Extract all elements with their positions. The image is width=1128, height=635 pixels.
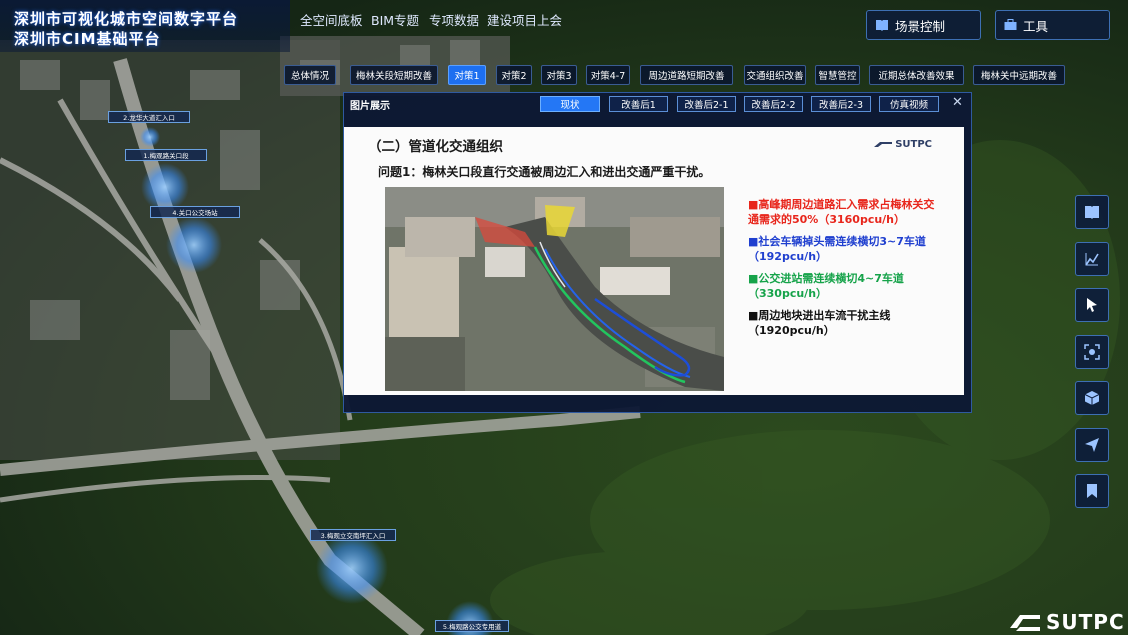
slide-bullet-list: ■高峰期周边道路汇入需求占梅林关交通需求的50%（3160pcu/h） ■社会车… <box>748 197 938 345</box>
slide-logo-text: SUTPC <box>895 139 932 150</box>
layers-icon <box>1085 206 1099 219</box>
brand-text: SUTPC <box>1046 610 1125 634</box>
view-improve-2-2-button[interactable]: 改善后2-2 <box>744 96 803 112</box>
tab-measure-4-7[interactable]: 对策4-7 <box>586 65 630 85</box>
map-label-meiguan-gate[interactable]: 1.梅观路关口段 <box>125 149 207 161</box>
tools-label: 工具 <box>1023 18 1049 34</box>
bullet-merge-demand: ■高峰期周边道路汇入需求占梅林关交通需求的50%（3160pcu/h） <box>748 198 935 226</box>
cube-icon <box>1084 391 1100 405</box>
tab-near-term-effect[interactable]: 近期总体改善效果 <box>869 65 964 85</box>
send-icon <box>1085 438 1099 452</box>
slide-heading: （二）管道化交通组织 <box>368 139 503 155</box>
nav-full-space[interactable]: 全空间底板 <box>300 10 363 29</box>
view-improve-2-1-button[interactable]: 改善后2-1 <box>677 96 736 112</box>
model-tool-button[interactable] <box>1075 381 1109 415</box>
platform-title-main: 深圳市可视化城市空间数字平台 <box>14 10 239 28</box>
map-label-nanping[interactable]: 3.梅观立交南坪汇入口 <box>310 529 396 541</box>
tab-measure-3[interactable]: 对策3 <box>541 65 577 85</box>
slide-logo: SUTPC <box>874 139 932 150</box>
view-improve-1-button[interactable]: 改善后1 <box>609 96 668 112</box>
dialog-title: 图片展示 <box>350 101 390 112</box>
tab-smart-control[interactable]: 智慧管控 <box>815 65 860 85</box>
sutpc-logo-icon <box>1010 615 1040 631</box>
view-current-button[interactable]: 现状 <box>540 96 600 112</box>
share-tool-button[interactable] <box>1075 428 1109 462</box>
platform-title-sub: 深圳市CIM基础平台 <box>14 30 161 48</box>
chart-tool-button[interactable] <box>1075 242 1109 276</box>
nav-bim[interactable]: BIM专题 <box>371 10 419 29</box>
tab-measure-2[interactable]: 对策2 <box>496 65 532 85</box>
select-tool-button[interactable] <box>1075 288 1109 322</box>
bookmark-icon <box>1087 484 1097 498</box>
brand-watermark: SUTPC <box>1010 610 1125 634</box>
tab-measure-1[interactable]: 对策1 <box>448 65 486 85</box>
tab-surrounding-roads[interactable]: 周边道路短期改善 <box>640 65 733 85</box>
tab-overview[interactable]: 总体情况 <box>284 65 336 85</box>
aerial-traffic-photo <box>385 187 724 391</box>
scene-control-button[interactable]: 场景控制 <box>866 10 981 40</box>
bullet-parcel-traffic: ■周边地块进出车流干扰主线（1920pcu/h） <box>748 309 891 337</box>
focus-tool-button[interactable] <box>1075 335 1109 369</box>
toolbox-icon <box>1004 19 1017 30</box>
slide-image: （二）管道化交通组织 SUTPC 问题1：梅林关口段直行交通被周边汇入和进出交通… <box>344 127 964 395</box>
tab-long-term[interactable]: 梅林关中远期改善 <box>973 65 1065 85</box>
sutpc-logo-icon <box>874 141 893 147</box>
view-improve-2-3-button[interactable]: 改善后2-3 <box>811 96 871 112</box>
bookmark-tool-button[interactable] <box>1075 474 1109 508</box>
chart-icon <box>1085 253 1099 266</box>
nav-construction[interactable]: 建设项目上会 <box>487 10 562 29</box>
scene-control-label: 场景控制 <box>895 18 946 34</box>
map-label-bus-station[interactable]: 4.关口公交场站 <box>150 206 240 218</box>
platform-title-block: 深圳市可视化城市空间数字平台 深圳市CIM基础平台 <box>0 0 290 52</box>
nav-special-data[interactable]: 专项数据 <box>429 10 479 29</box>
tools-button[interactable]: 工具 <box>995 10 1110 40</box>
slide-question: 问题1：梅林关口段直行交通被周边汇入和进出交通严重干扰。 <box>378 165 711 179</box>
simulation-video-button[interactable]: 仿真视频 <box>879 96 939 112</box>
tab-traffic-org[interactable]: 交通组织改善 <box>744 65 806 85</box>
bullet-bus-entry: ■公交进站需连续横切4~7车道（330pcu/h） <box>748 272 904 300</box>
tab-meilin-short-term[interactable]: 梅林关段短期改善 <box>350 65 438 85</box>
book-icon <box>876 20 888 31</box>
bullet-u-turn: ■社会车辆掉头需连续横切3~7车道（192pcu/h） <box>748 235 926 263</box>
map-label-bus-lane[interactable]: 5.梅观路公交专用道 <box>435 620 509 632</box>
map-label-longhua[interactable]: 2.龙华大道汇入口 <box>108 111 190 123</box>
cursor-icon <box>1087 298 1097 312</box>
close-icon[interactable]: ✕ <box>952 95 963 110</box>
layers-tool-button[interactable] <box>1075 195 1109 229</box>
image-display-dialog: 图片展示 现状 改善后1 改善后2-1 改善后2-2 改善后2-3 仿真视频 ✕… <box>343 92 972 413</box>
focus-icon <box>1084 344 1100 360</box>
